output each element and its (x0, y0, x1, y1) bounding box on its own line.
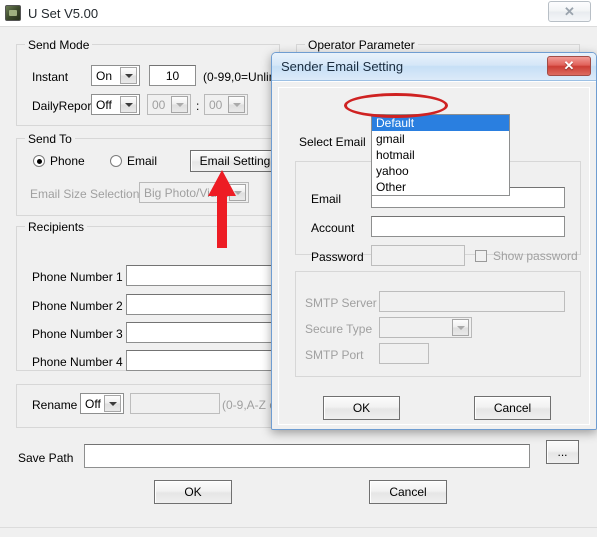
radio-email-label: Email (127, 154, 158, 168)
rename-hint: (0-9,A-Z o (222, 398, 277, 412)
instant-mode-value: On (96, 68, 113, 83)
email-size-combo[interactable]: Big Photo/Video (139, 182, 249, 203)
main-ok-button[interactable]: OK (154, 480, 232, 504)
phone-3-label: Phone Number 3 (32, 327, 123, 341)
app-title: U Set V5.00 (28, 5, 99, 21)
window-bottom-edge (0, 527, 597, 537)
daily-minute-value: 00 (209, 97, 223, 112)
email-size-value: Big Photo/Video (144, 185, 229, 200)
dialog-inner-frame: Select Email Default Email Account Passw… (278, 87, 590, 425)
chevron-down-icon[interactable] (104, 395, 121, 412)
app-titlebar: U Set V5.00 ✕ (0, 0, 597, 26)
smtp-port-input[interactable] (379, 343, 429, 364)
send-mode-title: Send Mode (25, 38, 93, 52)
sender-email-setting-dialog: Sender Email Setting ✕ Select Email Defa… (271, 52, 597, 430)
dropdown-option-other[interactable]: Other (372, 179, 509, 195)
password-input[interactable] (371, 245, 465, 266)
checkbox-icon (475, 250, 487, 262)
instant-count-value: 10 (165, 68, 180, 83)
dropdown-option-yahoo[interactable]: yahoo (372, 163, 509, 179)
daily-report-combo[interactable]: Off (91, 94, 140, 115)
rename-text-input[interactable] (130, 393, 220, 414)
rename-value: Off (85, 396, 101, 411)
secure-type-label: Secure Type (305, 322, 373, 336)
password-label: Password (311, 250, 364, 264)
show-password-checkbox[interactable]: Show password (475, 249, 578, 263)
rename-label: Rename (32, 398, 78, 412)
radio-dot-icon (33, 155, 45, 167)
dropdown-option-gmail[interactable]: gmail (372, 131, 509, 147)
daily-report-label: DailyReport (32, 99, 95, 113)
send-to-title: Send To (25, 132, 75, 146)
smtp-server-label: SMTP Server (305, 296, 377, 310)
chevron-down-icon[interactable] (229, 184, 246, 201)
dropdown-option-default[interactable]: Default (372, 115, 509, 131)
save-path-browse-button[interactable]: ... (546, 440, 579, 464)
phone-1-label: Phone Number 1 (32, 270, 123, 284)
radio-dot-icon (110, 155, 122, 167)
radio-phone-label: Phone (50, 154, 85, 168)
daily-minute-combo[interactable]: 00 (204, 94, 248, 115)
instant-label: Instant (32, 70, 69, 84)
dialog-title: Sender Email Setting (281, 59, 404, 74)
show-password-label: Show password (493, 249, 578, 263)
smtp-port-label: SMTP Port (305, 348, 364, 362)
email-size-label: Email Size Selection (30, 187, 140, 201)
dialog-ok-button[interactable]: OK (323, 396, 400, 420)
radio-phone[interactable]: Phone (33, 154, 85, 168)
dialog-close-icon[interactable]: ✕ (547, 56, 591, 76)
dropdown-option-hotmail[interactable]: hotmail (372, 147, 509, 163)
phone-4-label: Phone Number 4 (32, 355, 123, 369)
chevron-down-icon[interactable] (120, 96, 137, 113)
dialog-cancel-button[interactable]: Cancel (474, 396, 551, 420)
dialog-body: Select Email Default Email Account Passw… (272, 81, 596, 429)
select-email-dropdown-list[interactable]: Default gmail hotmail yahoo Other (371, 114, 510, 196)
email-setting-button[interactable]: Email Setting (190, 150, 280, 172)
rename-combo[interactable]: Off (80, 393, 124, 414)
radio-email[interactable]: Email (110, 154, 157, 168)
chevron-down-icon[interactable] (171, 96, 188, 113)
instant-count-input[interactable]: 10 (149, 65, 196, 86)
chevron-down-icon[interactable] (120, 67, 137, 84)
email-label: Email (311, 192, 342, 206)
time-separator: : (196, 99, 200, 113)
smtp-server-input[interactable] (379, 291, 565, 312)
main-cancel-button[interactable]: Cancel (369, 480, 447, 504)
chevron-down-icon[interactable] (452, 319, 469, 336)
select-email-label: Select Email (299, 135, 366, 149)
account-label: Account (311, 221, 355, 235)
chevron-down-icon[interactable] (228, 96, 245, 113)
secure-type-combo[interactable] (379, 317, 472, 338)
save-path-input[interactable] (84, 444, 530, 468)
operator-parameter-title: Operator Parameter (305, 38, 418, 52)
dialog-titlebar: Sender Email Setting ✕ (272, 53, 596, 81)
save-path-label: Save Path (18, 451, 74, 465)
app-logo-icon (5, 5, 21, 21)
phone-2-label: Phone Number 2 (32, 299, 123, 313)
daily-hour-combo[interactable]: 00 (147, 94, 191, 115)
instant-mode-combo[interactable]: On (91, 65, 140, 86)
daily-hour-value: 00 (152, 97, 166, 112)
account-input[interactable] (371, 216, 565, 237)
recipients-title: Recipients (25, 220, 88, 234)
daily-report-value: Off (96, 97, 112, 112)
close-icon[interactable]: ✕ (548, 1, 591, 22)
